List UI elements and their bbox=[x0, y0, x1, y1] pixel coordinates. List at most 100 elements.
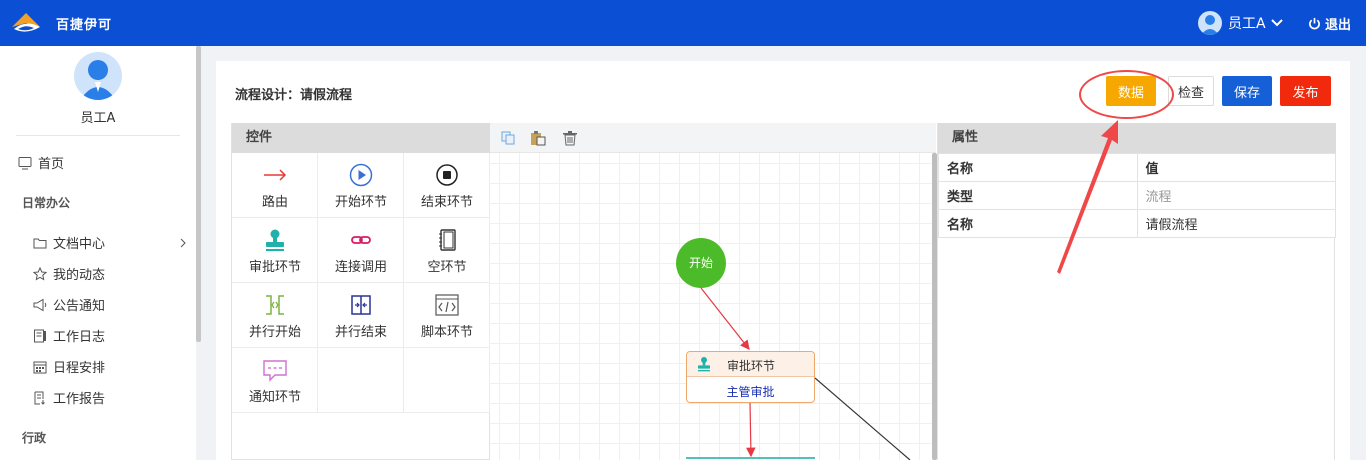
sidebar-scrollbar[interactable] bbox=[196, 46, 201, 342]
sidebar-item-label: 公告通知 bbox=[53, 299, 106, 314]
start-node[interactable]: 开始 bbox=[676, 238, 726, 288]
control-label: 开始环节 bbox=[334, 195, 387, 210]
control-label: 脚本环节 bbox=[420, 325, 473, 340]
megaphone-icon bbox=[33, 298, 47, 311]
control-end[interactable]: 结束环节 bbox=[404, 153, 490, 218]
stop-circle-icon bbox=[436, 164, 458, 186]
publish-button[interactable]: 发布 bbox=[1280, 76, 1331, 106]
column-header-name: 名称 bbox=[938, 153, 1138, 182]
properties-header: 属性 bbox=[938, 123, 1336, 153]
data-button[interactable]: 数据 bbox=[1106, 76, 1156, 106]
properties-border bbox=[1334, 237, 1335, 460]
stamp-icon bbox=[266, 229, 284, 251]
user-name: 员工A bbox=[1228, 16, 1266, 32]
sidebar-item-reports[interactable]: 工作报告 bbox=[33, 388, 203, 407]
calendar-icon bbox=[33, 361, 47, 373]
sidebar-item-label: 日程安排 bbox=[53, 361, 106, 376]
control-cell-empty bbox=[404, 348, 490, 413]
edge-approve-down[interactable] bbox=[746, 402, 756, 458]
folder-icon bbox=[33, 238, 47, 248]
properties-panel: 属性 名称 值 类型 流程 名称 请假流程 bbox=[937, 123, 1336, 460]
sidebar-item-label: 文档中心 bbox=[53, 237, 106, 252]
check-button[interactable]: 检查 bbox=[1168, 76, 1214, 106]
control-cell-empty bbox=[318, 348, 404, 413]
control-script[interactable]: 脚本环节 bbox=[404, 283, 490, 348]
table-header-row: 名称 值 bbox=[938, 153, 1336, 182]
sidebar-item-label: 工作报告 bbox=[53, 392, 106, 407]
control-label: 空环节 bbox=[427, 260, 467, 275]
prop-key: 类型 bbox=[938, 181, 1138, 210]
control-route[interactable]: 路由 bbox=[232, 153, 318, 218]
sidebar-item-documents[interactable]: 文档中心 bbox=[33, 233, 188, 252]
sidebar-item-label: 工作日志 bbox=[53, 330, 106, 345]
sidebar-avatar bbox=[74, 52, 122, 100]
table-row[interactable]: 名称 请假流程 bbox=[938, 209, 1336, 238]
arrow-right-icon bbox=[264, 169, 287, 181]
logout-button[interactable]: 退出 bbox=[1308, 14, 1351, 33]
sidebar-item-worklog[interactable]: 工作日志 bbox=[33, 326, 203, 345]
notebook-icon bbox=[439, 229, 456, 251]
control-parallel-end[interactable]: 并行结束 bbox=[318, 283, 404, 348]
control-label: 并行结束 bbox=[334, 325, 387, 340]
save-button[interactable]: 保存 bbox=[1222, 76, 1272, 106]
control-approval[interactable]: 审批环节 bbox=[232, 218, 318, 283]
controls-panel: 控件 路由 开始环节 结束环节 审批环节 连接调用 空环节 并行开始 并行结束 … bbox=[231, 123, 491, 460]
control-notify[interactable]: 通知环节 bbox=[232, 348, 318, 413]
workflow-designer: 流程设计：请假流程 数据 检查 保存 发布 控件 路由 开始环节 结束环节 审批… bbox=[216, 61, 1350, 460]
properties-table: 名称 值 类型 流程 名称 请假流程 bbox=[938, 153, 1336, 238]
control-parallel-start[interactable]: 并行开始 bbox=[232, 283, 318, 348]
chevron-down-icon bbox=[1270, 19, 1283, 27]
prop-value[interactable]: 流程 bbox=[1136, 181, 1336, 210]
controls-header: 控件 bbox=[232, 123, 491, 153]
star-icon bbox=[33, 266, 47, 281]
control-start[interactable]: 开始环节 bbox=[318, 153, 404, 218]
column-header-value: 值 bbox=[1136, 153, 1336, 182]
sidebar: 员工A 首页 日常办公 文档中心 我的动态 公告通知 工作日志 日程安排 工作报… bbox=[0, 46, 196, 460]
logout-label: 退出 bbox=[1325, 18, 1352, 33]
control-label: 路由 bbox=[261, 195, 288, 210]
trash-icon[interactable] bbox=[562, 130, 578, 146]
control-empty[interactable]: 空环节 bbox=[404, 218, 490, 283]
flow-edges bbox=[700, 287, 911, 460]
split-icon bbox=[266, 295, 284, 315]
paste-icon[interactable] bbox=[530, 130, 546, 146]
sidebar-item-schedule[interactable]: 日程安排 bbox=[33, 357, 203, 376]
chevron-right-icon bbox=[180, 238, 186, 247]
user-menu[interactable]: 员工A bbox=[1198, 10, 1284, 36]
copy-icon[interactable] bbox=[500, 130, 516, 146]
sidebar-section-daily: 日常办公 bbox=[22, 196, 71, 210]
stamp-icon bbox=[698, 357, 710, 372]
app-title: 百捷伊可 bbox=[56, 18, 113, 33]
approval-node[interactable]: 审批环节 主管审批 bbox=[686, 351, 815, 403]
sidebar-username: 员工A bbox=[80, 111, 116, 126]
approval-node-header: 审批环节 bbox=[687, 352, 814, 377]
edge-start-approve[interactable] bbox=[700, 287, 750, 350]
sidebar-item-announcements[interactable]: 公告通知 bbox=[33, 295, 203, 314]
canvas-toolbar bbox=[490, 123, 936, 153]
design-canvas[interactable]: 开始 审批环节 主管审批 bbox=[490, 153, 936, 460]
app-logo-icon bbox=[12, 13, 40, 32]
sidebar-section-admin: 行政 bbox=[22, 431, 47, 445]
sidebar-item-home[interactable]: 首页 bbox=[18, 153, 188, 172]
approval-node-title: 审批环节 bbox=[727, 359, 776, 373]
merge-icon bbox=[351, 295, 371, 315]
prop-key: 名称 bbox=[938, 209, 1138, 238]
control-label: 结束环节 bbox=[420, 195, 473, 210]
edge-approve-right[interactable] bbox=[814, 377, 911, 460]
top-bar: 百捷伊可 员工A 退出 bbox=[0, 0, 1366, 46]
user-avatar-icon bbox=[1198, 11, 1222, 35]
sidebar-item-activity[interactable]: 我的动态 bbox=[33, 264, 203, 283]
table-row[interactable]: 类型 流程 bbox=[938, 181, 1336, 210]
control-link[interactable]: 连接调用 bbox=[318, 218, 404, 283]
prop-value[interactable]: 请假流程 bbox=[1136, 209, 1336, 238]
approval-node-subtitle: 主管审批 bbox=[726, 385, 775, 399]
link-icon bbox=[351, 236, 371, 244]
play-circle-icon bbox=[349, 163, 373, 187]
report-icon bbox=[34, 391, 45, 405]
sidebar-item-label: 首页 bbox=[38, 157, 65, 172]
page-title: 流程设计：请假流程 bbox=[235, 88, 353, 103]
control-label: 通知环节 bbox=[248, 390, 301, 405]
control-label: 审批环节 bbox=[248, 260, 301, 275]
sidebar-item-label: 我的动态 bbox=[53, 268, 106, 283]
message-icon bbox=[263, 360, 287, 382]
